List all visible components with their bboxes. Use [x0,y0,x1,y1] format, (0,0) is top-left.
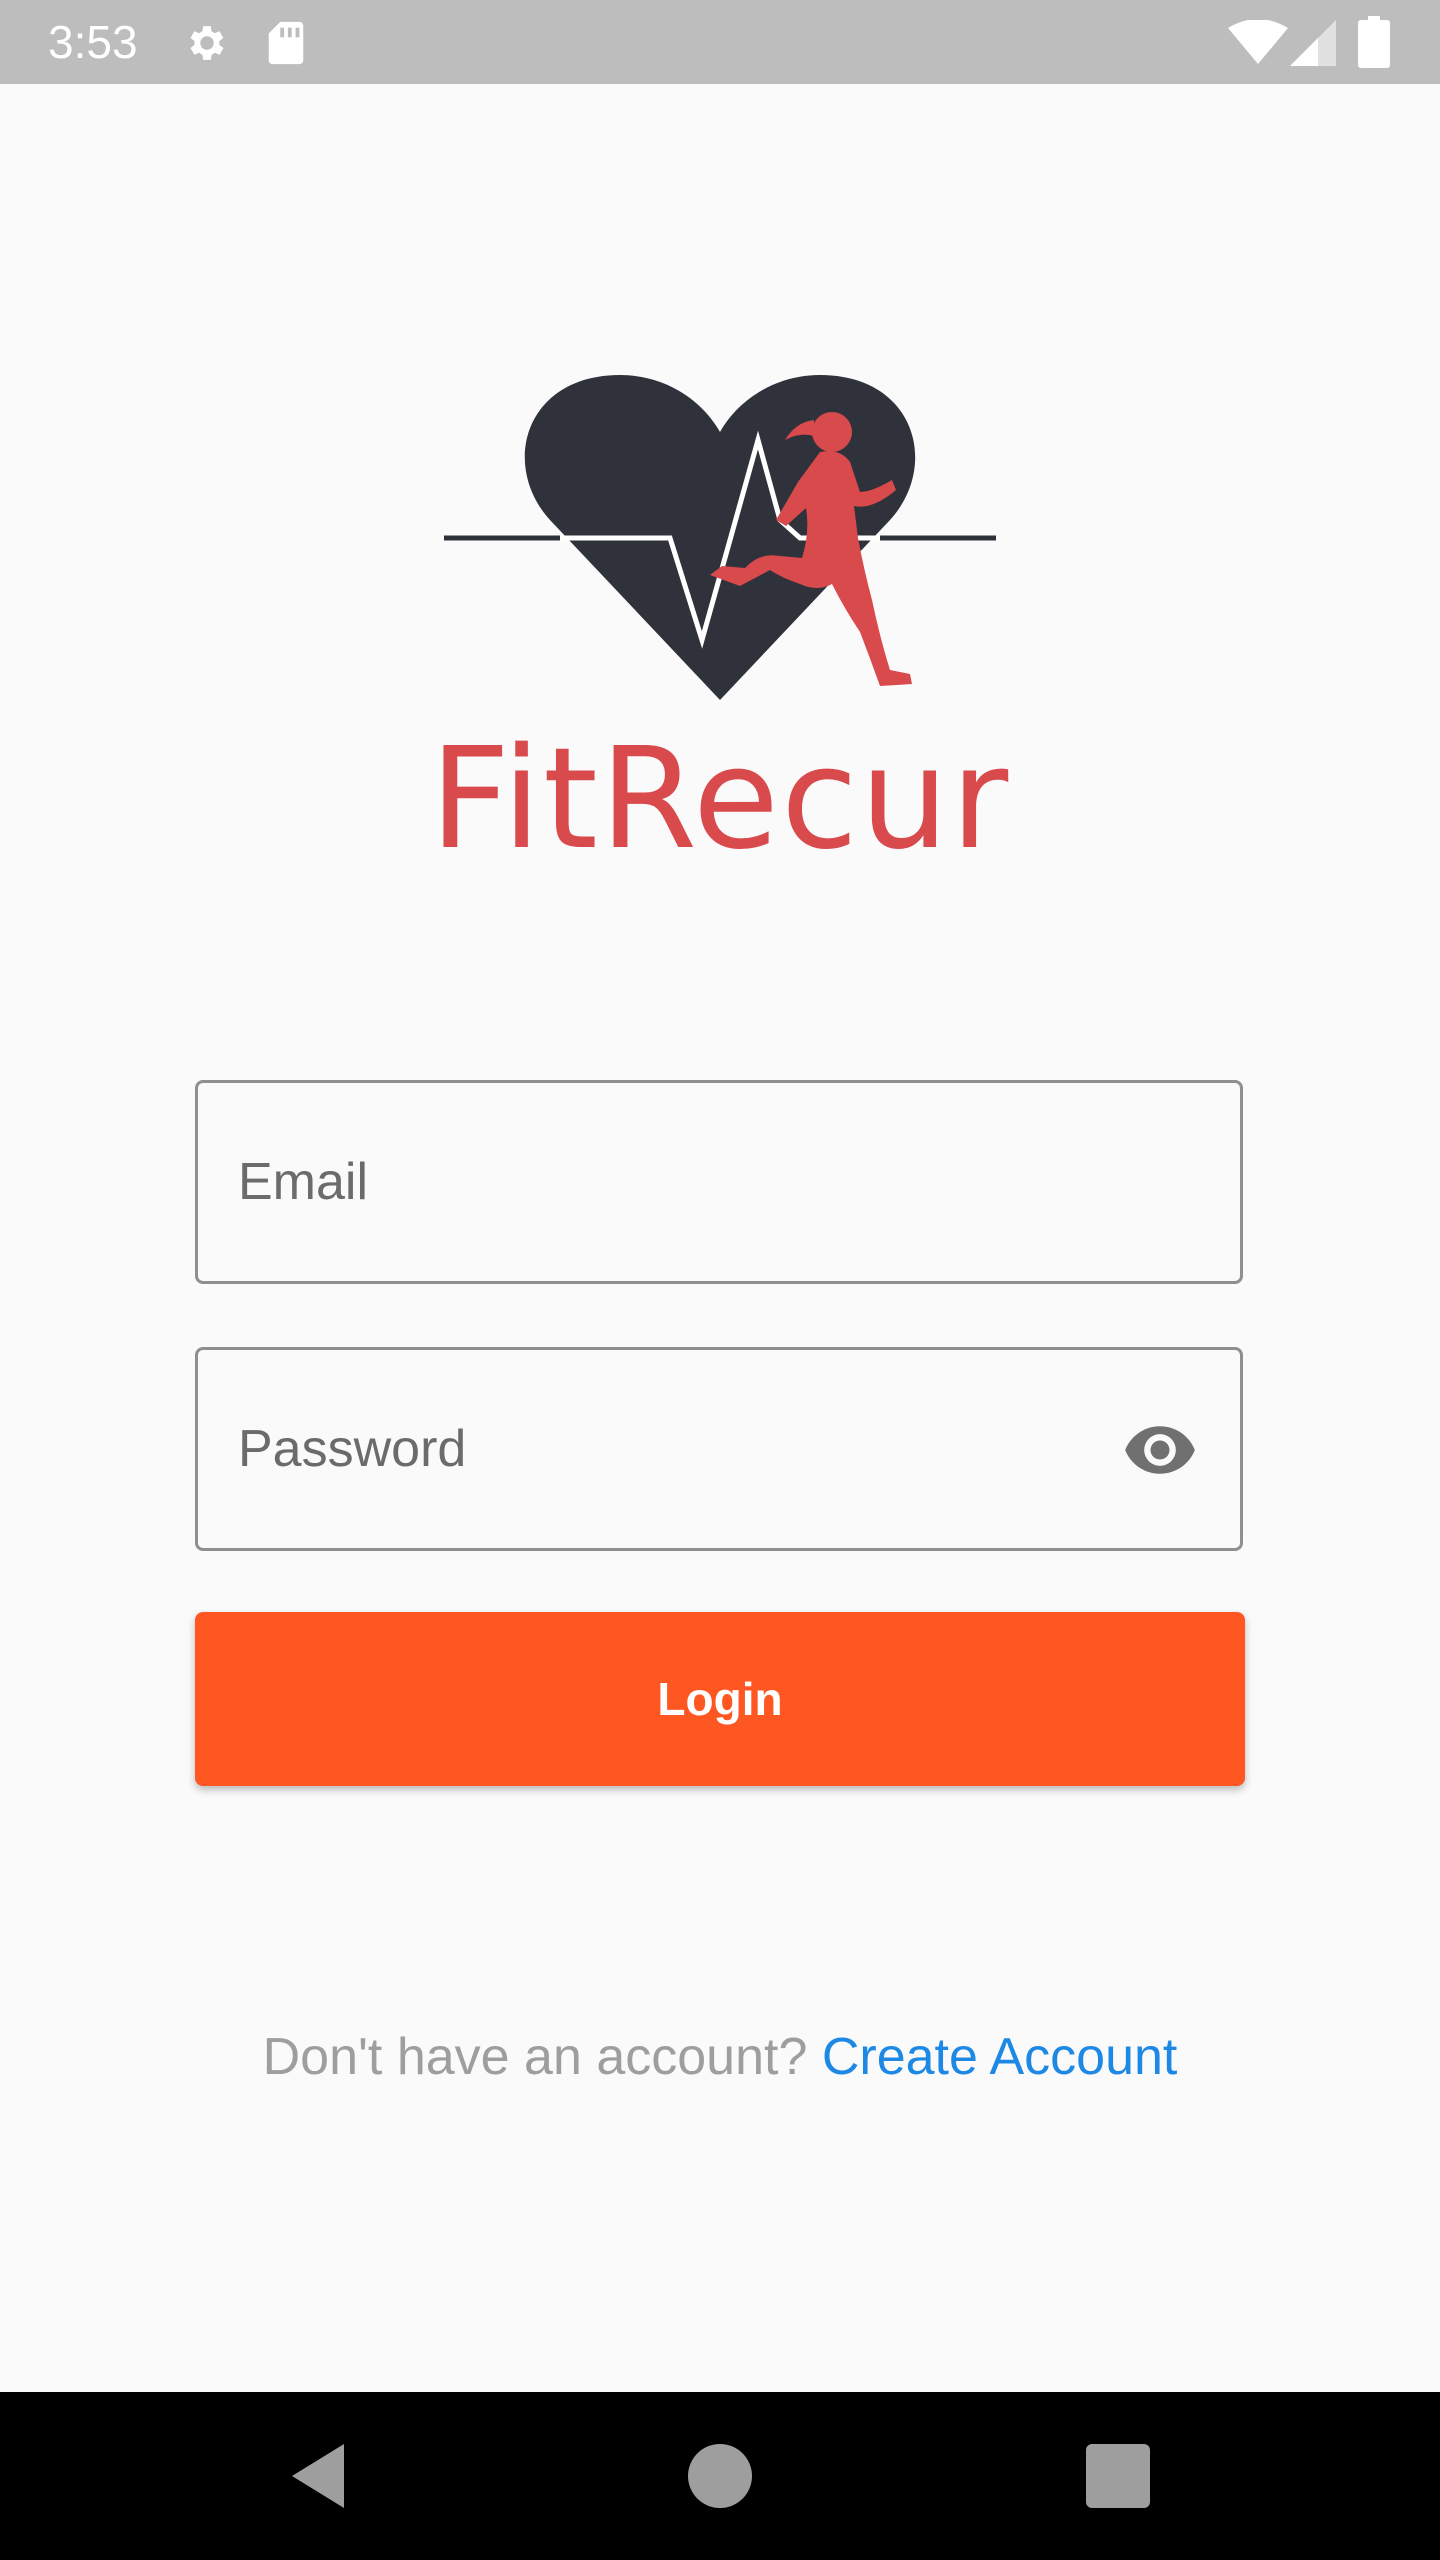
signup-row: Don't have an account? Create Account [0,2022,1440,2092]
email-field[interactable] [195,1080,1243,1284]
recents-icon[interactable] [1078,2436,1158,2516]
eye-icon[interactable] [1120,1412,1200,1488]
home-icon[interactable] [680,2436,760,2516]
gear-icon [190,26,224,60]
app-wordmark: FitRecur [429,718,1011,881]
email-input[interactable] [238,1083,1118,1281]
signup-prompt: Don't have an account? [262,2028,808,2086]
cell-signal-icon [1290,20,1336,66]
create-account-link[interactable]: Create Account [822,2028,1178,2086]
battery-icon [1358,16,1390,68]
back-icon[interactable] [280,2436,360,2516]
status-time: 3:53 [48,16,138,68]
login-button[interactable]: Login [195,1612,1245,1786]
password-input[interactable] [238,1350,1118,1548]
system-nav-bar [0,2392,1440,2560]
heart-runner-logo [444,375,996,700]
wifi-icon [1228,20,1288,64]
status-bar: 3:53 [0,0,1440,84]
password-field[interactable] [195,1347,1243,1551]
sd-card-icon [268,21,304,65]
